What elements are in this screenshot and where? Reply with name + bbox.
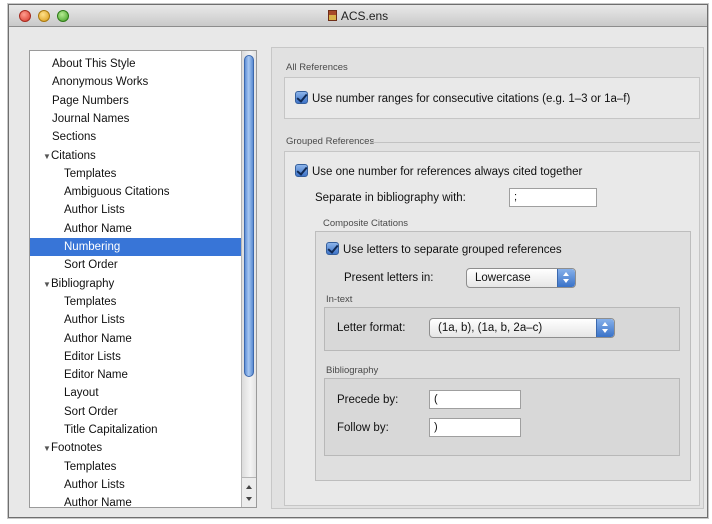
- window-title: ACS.ens: [340, 9, 389, 23]
- sidebar-item-title-capitalization[interactable]: Title Capitalization: [30, 421, 242, 439]
- sidebar-item-editor-lists[interactable]: Editor Lists: [30, 348, 242, 366]
- sidebar-item-label: Templates: [64, 167, 117, 180]
- disclosure-triangle-icon[interactable]: ▼: [43, 440, 51, 458]
- sidebar-item-sort-order[interactable]: Sort Order: [30, 403, 242, 421]
- sidebar-item-about-this-style[interactable]: About This Style: [30, 55, 242, 73]
- sidebar-item-bibliography[interactable]: ▼Bibliography: [30, 275, 242, 293]
- sidebar-item-templates[interactable]: Templates: [30, 458, 242, 476]
- sidebar-item-label: Author Name: [64, 497, 132, 508]
- popup-arrows-icon: [557, 269, 575, 287]
- bibliography-title: Bibliography: [326, 365, 379, 376]
- sidebar-item-anonymous-works[interactable]: Anonymous Works: [30, 73, 242, 91]
- sidebar-item-sort-order[interactable]: Sort Order: [30, 256, 242, 274]
- use-letters-checkbox[interactable]: [326, 242, 339, 255]
- document-icon: [327, 10, 337, 21]
- grouped-references-title: Grouped References: [286, 136, 375, 147]
- use-letters-row[interactable]: Use letters to separate grouped referenc…: [326, 242, 562, 256]
- window-title-container: ACS.ens: [9, 9, 707, 23]
- letter-format-popup[interactable]: (1a, b), (1a, b, 2a–c): [429, 318, 615, 338]
- sidebar-item-label: Author Lists: [64, 314, 125, 327]
- sidebar-item-label: Templates: [64, 295, 117, 308]
- sidebar-item-label: Author Name: [64, 332, 132, 345]
- grouped-references-box: Use one number for references always cit…: [284, 151, 700, 506]
- use-one-number-row[interactable]: Use one number for references always cit…: [295, 164, 582, 178]
- sidebar-item-author-name[interactable]: Author Name: [30, 494, 242, 508]
- grouped-references-separator: [370, 142, 700, 143]
- sidebar-item-layout[interactable]: Layout: [30, 384, 242, 402]
- sidebar-item-label: Templates: [64, 460, 117, 473]
- sidebar-item-numbering[interactable]: Numbering: [30, 238, 242, 256]
- composite-citations-title: Composite Citations: [323, 218, 409, 229]
- sidebar-item-label: Layout: [64, 387, 99, 400]
- sidebar-item-author-lists[interactable]: Author Lists: [30, 311, 242, 329]
- sidebar-item-label: Sections: [52, 131, 97, 144]
- disclosure-triangle-icon[interactable]: ▼: [43, 148, 51, 166]
- letter-format-label: Letter format:: [337, 322, 406, 334]
- sidebar-item-label: Anonymous Works: [52, 76, 149, 89]
- sidebar-item-label: About This Style: [52, 58, 136, 70]
- precede-by-label: Precede by:: [337, 394, 399, 406]
- sidebar-item-author-name[interactable]: Author Name: [30, 330, 242, 348]
- sidebar-item-citations[interactable]: ▼Citations: [30, 147, 242, 165]
- sidebar-item-label: Sort Order: [64, 259, 118, 272]
- sidebar-item-footnotes[interactable]: ▼Footnotes: [30, 439, 242, 457]
- present-letters-label: Present letters in:: [344, 272, 434, 284]
- bibliography-box: Precede by: ( Follow by: ): [324, 378, 680, 456]
- sidebar-item-author-name[interactable]: Author Name: [30, 220, 242, 238]
- sidebar-item-label: Editor Name: [64, 369, 128, 382]
- disclosure-triangle-icon[interactable]: ▼: [43, 276, 51, 294]
- in-text-title: In-text: [326, 294, 353, 305]
- popup-arrows-icon: [596, 319, 614, 337]
- in-text-box: Letter format: (1a, b), (1a, b, 2a–c): [324, 307, 680, 351]
- present-letters-popup[interactable]: Lowercase: [466, 268, 576, 288]
- composite-citations-box: Use letters to separate grouped referenc…: [315, 231, 691, 481]
- sidebar-item-author-lists[interactable]: Author Lists: [30, 201, 242, 219]
- sidebar-item-templates[interactable]: Templates: [30, 165, 242, 183]
- sidebar-item-label: Sort Order: [64, 405, 118, 418]
- sidebar-item-label: Numbering: [64, 241, 121, 253]
- all-references-title: All References: [286, 62, 348, 73]
- use-letters-label: Use letters to separate grouped referenc…: [343, 244, 562, 256]
- sidebar-item-templates[interactable]: Templates: [30, 293, 242, 311]
- sidebar-item-editor-name[interactable]: Editor Name: [30, 366, 242, 384]
- sidebar-item-label: Journal Names: [52, 112, 130, 125]
- use-number-ranges-label: Use number ranges for consecutive citati…: [312, 93, 631, 105]
- sidebar-scrollbar[interactable]: [241, 51, 256, 507]
- sidebar-item-label: Author Lists: [64, 478, 125, 491]
- scroll-down-arrow-icon[interactable]: [246, 497, 252, 501]
- sidebar-item-label: Footnotes: [51, 442, 103, 455]
- sidebar-item-page-numbers[interactable]: Page Numbers: [30, 92, 242, 110]
- sidebar-item-label: Title Capitalization: [64, 424, 158, 436]
- sidebar-item-label: Page Numbers: [52, 94, 129, 107]
- scroll-up-arrow-icon[interactable]: [246, 485, 252, 489]
- sidebar-scroll-thumb[interactable]: [244, 55, 254, 377]
- use-one-number-label: Use one number for references always cit…: [312, 166, 583, 178]
- numbering-settings-panel: All References Use number ranges for con…: [271, 47, 704, 509]
- separate-in-bibliography-label: Separate in bibliography with:: [315, 192, 466, 204]
- follow-by-label: Follow by:: [337, 422, 389, 434]
- all-references-box: Use number ranges for consecutive citati…: [284, 77, 700, 119]
- scroll-arrows: [242, 477, 256, 507]
- separate-in-bibliography-field[interactable]: ;: [509, 188, 597, 207]
- style-editor-window: ACS.ens About This Style Anonymous Works P…: [8, 4, 708, 518]
- follow-by-field[interactable]: ): [429, 418, 521, 437]
- use-number-ranges-row[interactable]: Use number ranges for consecutive citati…: [295, 91, 630, 105]
- use-number-ranges-checkbox[interactable]: [295, 91, 308, 104]
- precede-by-field[interactable]: (: [429, 390, 521, 409]
- sidebar-item-author-lists[interactable]: Author Lists: [30, 476, 242, 494]
- present-letters-value: Lowercase: [475, 272, 531, 284]
- sidebar-item-label: Editor Lists: [64, 350, 121, 363]
- title-bar[interactable]: ACS.ens: [9, 5, 707, 27]
- sidebar-item-journal-names[interactable]: Journal Names: [30, 110, 242, 128]
- sidebar-item-label: Bibliography: [51, 277, 115, 290]
- style-sections-list[interactable]: About This Style Anonymous Works Page Numb…: [29, 50, 257, 508]
- sidebar-item-label: Author Lists: [64, 204, 125, 217]
- use-one-number-checkbox[interactable]: [295, 164, 308, 177]
- sidebar-item-label: Citations: [51, 149, 96, 162]
- sidebar-item-label: Ambiguous Citations: [64, 186, 170, 199]
- letter-format-value: (1a, b), (1a, b, 2a–c): [438, 322, 543, 334]
- sidebar-item-sections[interactable]: Sections: [30, 128, 242, 146]
- sidebar-item-label: Author Name: [64, 222, 132, 235]
- sidebar-item-ambiguous-citations[interactable]: Ambiguous Citations: [30, 183, 242, 201]
